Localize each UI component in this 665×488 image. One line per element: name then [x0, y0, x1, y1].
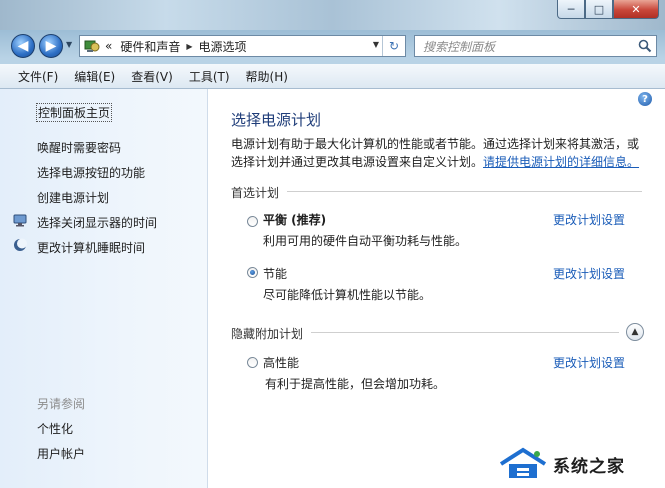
sidebar-link-label: 选择关闭显示器的时间	[37, 216, 158, 230]
see-also-user-accounts[interactable]: 用户帐户	[37, 445, 85, 462]
window: ─ □ ✕ ◀ ▶ ▼ « 硬件和声音 ▶ 电源选项 ▼ ↻ 搜索控制面板 文件…	[0, 0, 665, 488]
main-content: ? 选择电源计划 电源计划有助于最大化计算机的性能或者节能。通过选择计划来将其激…	[208, 89, 665, 488]
sidebar: 控制面板主页 唤醒时需要密码 选择电源按钮的功能 创建电源计划 选择关闭显示器的…	[0, 89, 208, 488]
sidebar-link-create-plan[interactable]: 创建电源计划	[37, 189, 109, 206]
breadcrumb-power-options[interactable]: 电源选项	[199, 38, 247, 55]
sidebar-link-wake-password[interactable]: 唤醒时需要密码	[37, 139, 121, 156]
watermark-text: 系统之家	[553, 456, 625, 477]
section-divider	[311, 332, 619, 333]
sidebar-link-label: 更改计算机睡眠时间	[37, 241, 146, 255]
address-bar[interactable]: « 硬件和声音 ▶ 电源选项 ▼ ↻	[79, 35, 406, 57]
navigation-bar: ◀ ▶ ▼ « 硬件和声音 ▶ 电源选项 ▼ ↻ 搜索控制面板	[0, 30, 665, 64]
forward-button[interactable]: ▶	[39, 34, 63, 58]
close-button[interactable]: ✕	[613, 0, 659, 19]
menu-tools[interactable]: 工具(T)	[189, 68, 230, 85]
sidebar-link-sleep[interactable]: 更改计算机睡眠时间	[14, 238, 146, 256]
back-arrow-icon: ◀	[17, 38, 29, 54]
breadcrumb-hardware-sound[interactable]: 硬件和声音	[120, 38, 180, 55]
see-also-heading: 另请参阅	[37, 397, 86, 411]
forward-arrow-icon: ▶	[45, 38, 57, 54]
plan-high-performance-name[interactable]: 高性能	[263, 354, 299, 371]
plan-high-performance-radio[interactable]	[247, 357, 258, 368]
menu-file[interactable]: 文件(F)	[18, 68, 58, 85]
title-bar: ─ □ ✕	[0, 0, 665, 30]
history-dropdown-icon[interactable]: ▼	[66, 40, 72, 49]
section-divider	[287, 191, 642, 192]
plan-balanced-name[interactable]: 平衡 (推荐)	[263, 211, 326, 228]
menu-bar: 文件(F) 编辑(E) 查看(V) 工具(T) 帮助(H)	[0, 64, 665, 89]
search-icon[interactable]	[634, 39, 656, 53]
moon-icon	[13, 238, 27, 252]
control-panel-icon	[83, 38, 101, 54]
plan-power-saver-name[interactable]: 节能	[263, 265, 287, 282]
collapse-chevron-up-icon[interactable]: ▲	[626, 323, 644, 341]
plan-high-performance-desc: 有利于提高性能，但会增加功耗。	[265, 377, 446, 391]
watermark-house-logo-icon	[499, 447, 547, 478]
breadcrumb-separator-icon[interactable]: ▶	[186, 42, 192, 51]
menu-help[interactable]: 帮助(H)	[246, 68, 288, 85]
page-description: 电源计划有助于最大化计算机的性能或者节能。通过选择计划来将其激活，或选择计划并通…	[231, 135, 641, 171]
plan-high-performance-change-link[interactable]: 更改计划设置	[553, 354, 625, 371]
minimize-button[interactable]: ─	[557, 0, 585, 19]
search-box[interactable]: 搜索控制面板	[414, 35, 657, 57]
hidden-plans-heading: 隐藏附加计划	[231, 327, 304, 341]
sidebar-link-power-buttons[interactable]: 选择电源按钮的功能	[37, 164, 145, 181]
breadcrumb-overflow[interactable]: «	[105, 39, 112, 53]
menu-view[interactable]: 查看(V)	[131, 68, 173, 85]
more-info-link[interactable]: 请提供电源计划的详细信息。	[483, 155, 639, 169]
sidebar-home-link[interactable]: 控制面板主页	[36, 103, 113, 122]
plan-balanced-desc: 利用可用的硬件自动平衡功耗与性能。	[263, 234, 468, 248]
refresh-icon[interactable]: ↻	[382, 36, 405, 56]
sidebar-link-display-off[interactable]: 选择关闭显示器的时间	[13, 214, 158, 231]
back-button[interactable]: ◀	[11, 34, 35, 58]
plan-balanced-change-link[interactable]: 更改计划设置	[553, 211, 625, 228]
display-icon	[13, 213, 27, 227]
preferred-plans-heading: 首选计划	[231, 186, 280, 200]
help-icon[interactable]: ?	[638, 92, 652, 106]
plan-power-saver-radio[interactable]	[247, 267, 258, 278]
window-controls: ─ □ ✕	[557, 0, 659, 19]
plan-power-saver-change-link[interactable]: 更改计划设置	[553, 265, 625, 282]
see-also-personalization[interactable]: 个性化	[37, 420, 73, 437]
watermark: 系统之家	[497, 440, 665, 488]
page-title: 选择电源计划	[231, 111, 322, 129]
search-input[interactable]: 搜索控制面板	[423, 38, 634, 55]
maximize-button[interactable]: □	[585, 0, 613, 19]
address-dropdown-icon[interactable]: ▼	[373, 40, 379, 49]
menu-edit[interactable]: 编辑(E)	[74, 68, 115, 85]
plan-power-saver-desc: 尽可能降低计算机性能以节能。	[263, 288, 432, 302]
plan-balanced-radio[interactable]	[247, 216, 258, 227]
